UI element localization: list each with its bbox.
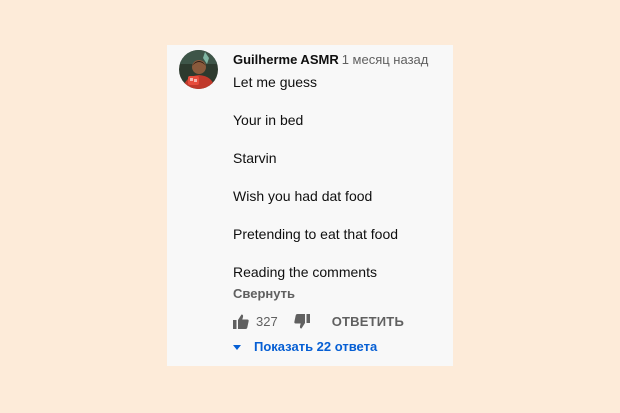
comment-line: Starvin xyxy=(233,150,277,166)
author-name[interactable]: Guilherme ASMR xyxy=(233,52,339,67)
comment-header: Guilherme ASMR 1 месяц назад xyxy=(233,52,428,68)
thumbs-up-icon[interactable] xyxy=(233,313,249,329)
comment-line: Your in bed xyxy=(233,112,304,128)
comment-card: Guilherme ASMR 1 месяц назад Let me guess… xyxy=(167,45,453,366)
reply-button[interactable]: ОТВЕТИТЬ xyxy=(332,314,404,329)
comment-line: Wish you had dat food xyxy=(233,188,373,204)
comment-line: Reading the comments xyxy=(233,264,377,280)
avatar[interactable] xyxy=(179,50,218,89)
caret-down-icon xyxy=(233,344,241,350)
comment-timestamp[interactable]: 1 месяц назад xyxy=(342,52,429,67)
like-count: 327 xyxy=(256,313,278,329)
thumbs-down-icon[interactable] xyxy=(294,313,310,329)
show-replies-label: Показать 22 ответа xyxy=(254,339,378,354)
collapse-button[interactable]: Свернуть xyxy=(233,286,295,302)
avatar-image xyxy=(179,50,218,89)
comment-line: Let me guess xyxy=(233,74,318,90)
comment-actions: 327 ОТВЕТИТЬ xyxy=(233,311,404,331)
show-replies-button[interactable]: Показать 22 ответа xyxy=(233,339,377,354)
comment-line: Pretending to eat that food xyxy=(233,226,399,242)
